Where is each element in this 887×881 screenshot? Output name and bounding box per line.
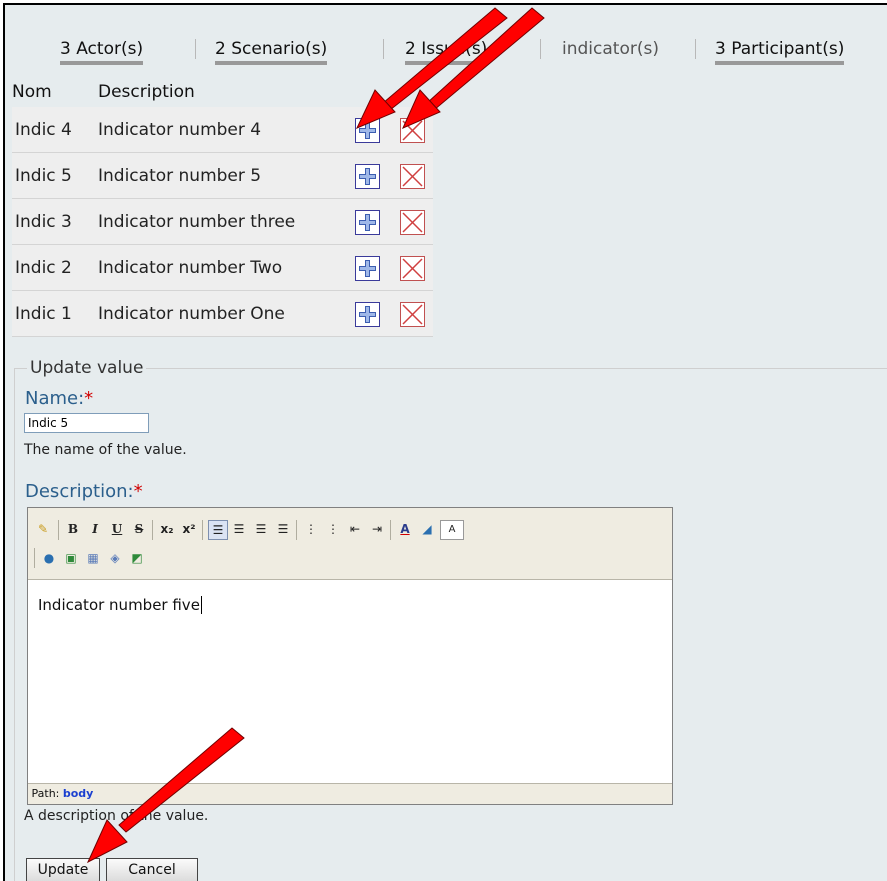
html-icon[interactable]: ◈ bbox=[106, 549, 124, 567]
name-input[interactable] bbox=[24, 413, 149, 433]
outdent-icon[interactable]: ⇤ bbox=[346, 520, 364, 538]
ordered-list-icon[interactable]: ⋮ bbox=[302, 520, 320, 538]
tab-actors[interactable]: 3 Actor(s) bbox=[60, 39, 144, 65]
text-style-icon[interactable]: A bbox=[440, 520, 464, 540]
description-help-text: A description of the value. bbox=[24, 808, 209, 824]
strikethrough-icon[interactable]: S bbox=[130, 520, 148, 538]
broom-icon[interactable]: ✎ bbox=[34, 520, 52, 538]
align-center-icon[interactable]: ☰ bbox=[230, 520, 248, 538]
row-nom: Indic 2 bbox=[15, 258, 72, 278]
unordered-list-icon[interactable]: ⋮ bbox=[324, 520, 342, 538]
table-row: Indic 2 Indicator number Two bbox=[12, 245, 433, 291]
tab-scenarios[interactable]: 2 Scenario(s) bbox=[215, 39, 328, 65]
edit-plus-icon[interactable] bbox=[355, 256, 380, 281]
cancel-button[interactable]: Cancel bbox=[106, 858, 198, 881]
delete-x-icon[interactable] bbox=[400, 118, 425, 143]
tab-bar: 3 Actor(s) 2 Scenario(s) 2 Issue(s) indi… bbox=[5, 5, 887, 73]
row-description: Indicator number 4 bbox=[98, 120, 262, 140]
align-right-icon[interactable]: ☰ bbox=[252, 520, 270, 538]
page-frame: 3 Actor(s) 2 Scenario(s) 2 Issue(s) indi… bbox=[3, 3, 887, 881]
subscript-icon[interactable]: x₂ bbox=[158, 520, 176, 538]
delete-x-icon[interactable] bbox=[400, 302, 425, 327]
table-row: Indic 3 Indicator number three bbox=[12, 199, 433, 245]
table-row: Indic 5 Indicator number 5 bbox=[12, 153, 433, 199]
table-row: Indic 1 Indicator number One bbox=[12, 291, 433, 337]
superscript-icon[interactable]: x² bbox=[180, 520, 198, 538]
row-description: Indicator number three bbox=[98, 212, 296, 232]
fieldset-border bbox=[14, 368, 15, 881]
row-description: Indicator number 5 bbox=[98, 166, 262, 186]
background-color-icon[interactable]: ◢ bbox=[418, 520, 436, 538]
row-description: Indicator number One bbox=[98, 304, 285, 324]
tab-indicators: indicator(s) bbox=[562, 39, 659, 59]
path-body-link[interactable]: body bbox=[63, 787, 93, 800]
tab-issues[interactable]: 2 Issue(s) bbox=[405, 39, 488, 65]
delete-x-icon[interactable] bbox=[400, 164, 425, 189]
column-header-nom: Nom bbox=[12, 82, 52, 102]
name-label: Name:* bbox=[25, 388, 94, 409]
delete-x-icon[interactable] bbox=[400, 210, 425, 235]
editor-toolbar: ✎ B I U S x₂ x² ☰ ☰ ☰ ☰ ⋮ ⋮ ⇤ ⇥ A ◢ A ● … bbox=[28, 508, 672, 580]
align-left-icon[interactable]: ☰ bbox=[208, 520, 228, 540]
italic-icon[interactable]: I bbox=[86, 520, 104, 538]
insert-icon[interactable]: ◩ bbox=[128, 549, 146, 567]
bold-icon[interactable]: B bbox=[64, 520, 82, 538]
edit-plus-icon[interactable] bbox=[355, 302, 380, 327]
editor-content[interactable]: Indicator number five bbox=[38, 596, 202, 614]
image-icon[interactable]: ▣ bbox=[62, 549, 80, 567]
row-description: Indicator number Two bbox=[98, 258, 283, 278]
edit-plus-icon[interactable] bbox=[355, 164, 380, 189]
column-header-description: Description bbox=[98, 82, 195, 102]
table-icon[interactable]: ▦ bbox=[84, 549, 102, 567]
text-color-icon[interactable]: A bbox=[396, 520, 414, 538]
link-icon[interactable]: ● bbox=[40, 549, 58, 567]
edit-plus-icon[interactable] bbox=[355, 118, 380, 143]
row-nom: Indic 1 bbox=[15, 304, 72, 324]
fieldset-legend: Update value bbox=[27, 358, 147, 378]
edit-plus-icon[interactable] bbox=[355, 210, 380, 235]
align-justify-icon[interactable]: ☰ bbox=[274, 520, 292, 538]
description-label: Description:* bbox=[25, 481, 143, 502]
indent-icon[interactable]: ⇥ bbox=[368, 520, 386, 538]
tab-participants[interactable]: 3 Participant(s) bbox=[715, 39, 845, 65]
row-nom: Indic 5 bbox=[15, 166, 72, 186]
update-button[interactable]: Update bbox=[26, 858, 100, 881]
editor-path-bar: Path: body bbox=[28, 783, 672, 804]
underline-icon[interactable]: U bbox=[108, 520, 126, 538]
delete-x-icon[interactable] bbox=[400, 256, 425, 281]
name-help-text: The name of the value. bbox=[24, 442, 187, 458]
row-nom: Indic 4 bbox=[15, 120, 72, 140]
row-nom: Indic 3 bbox=[15, 212, 72, 232]
rich-text-editor: ✎ B I U S x₂ x² ☰ ☰ ☰ ☰ ⋮ ⋮ ⇤ ⇥ A ◢ A ● … bbox=[27, 507, 673, 805]
table-row: Indic 4 Indicator number 4 bbox=[12, 107, 433, 153]
